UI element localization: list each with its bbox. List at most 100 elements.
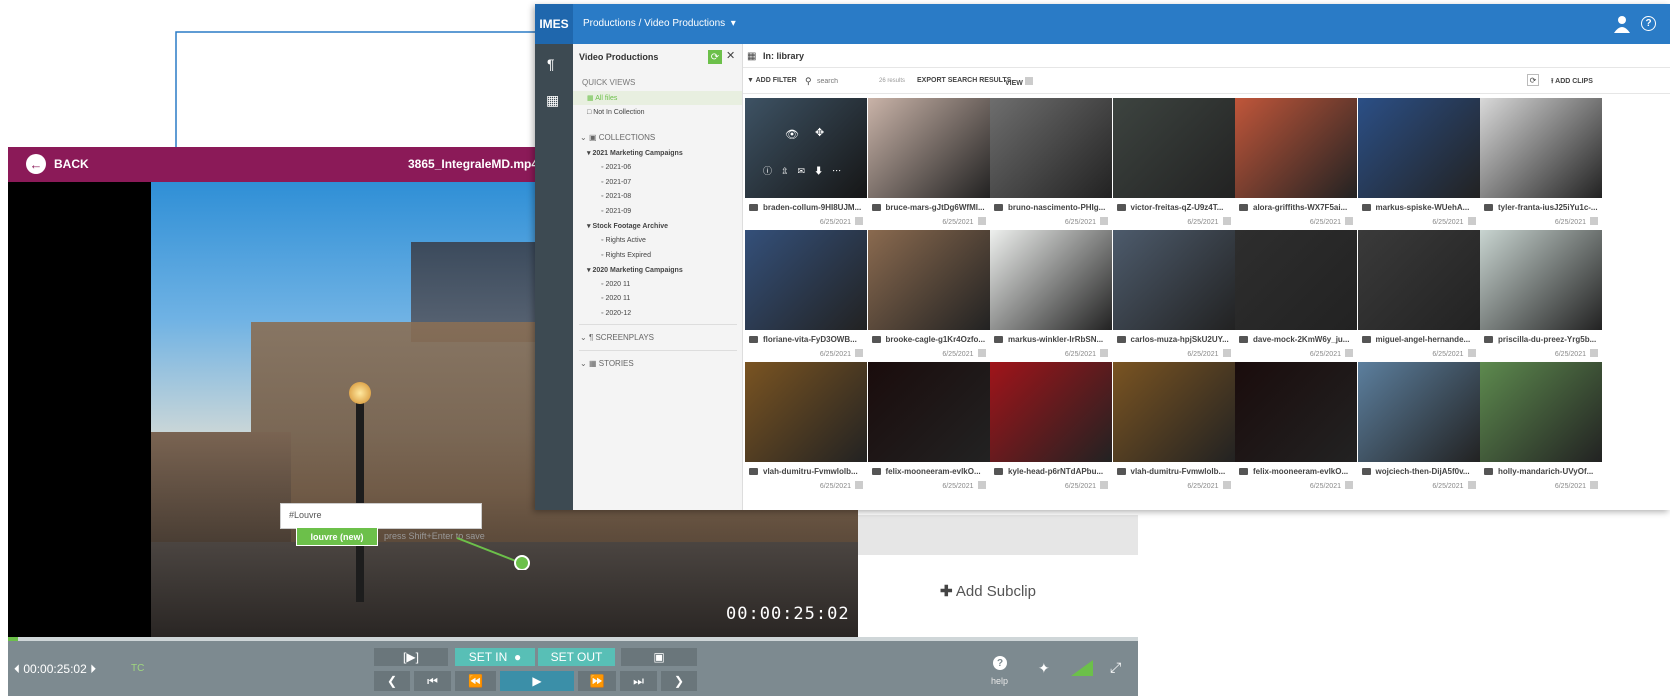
collection-item[interactable]: ◦ Rights Active — [601, 237, 646, 244]
asset-card[interactable]: markus-spiske-WUehA... 6/25/2021 — [1357, 98, 1480, 230]
asset-card[interactable]: dave-mock-2KmW6y_ju... 6/25/2021 — [1235, 230, 1357, 362]
tag-input[interactable]: #Louvre — [280, 503, 482, 529]
back-button[interactable]: ← BACK — [26, 151, 89, 177]
asset-card[interactable]: felix-mooneeram-evlkO... 6/25/2021 — [1235, 362, 1357, 494]
move-icon[interactable]: ✥ — [815, 126, 824, 139]
collection-group[interactable]: ▾ 2021 Marketing Campaigns — [587, 149, 683, 157]
asset-thumbnail[interactable] — [990, 362, 1112, 462]
asset-thumbnail[interactable] — [1112, 362, 1235, 462]
asset-select-checkbox[interactable] — [855, 349, 863, 357]
go-start-button[interactable]: ⏮ — [414, 671, 451, 691]
collection-item[interactable]: ◦ 2021-09 — [601, 208, 631, 215]
asset-thumbnail[interactable] — [990, 98, 1112, 198]
prev-frame-button[interactable]: ❮ — [374, 671, 410, 691]
close-icon[interactable]: ✕ — [726, 49, 735, 62]
asset-thumbnail[interactable] — [1357, 362, 1480, 462]
collection-item[interactable]: ◦ Rights Expired — [601, 252, 651, 259]
asset-select-checkbox[interactable] — [1345, 349, 1353, 357]
asset-card[interactable]: 👁 ✥ ⓘ⇫✉⬇⋯ braden-collum-9HI8UJM... 6/25/2021 — [745, 98, 867, 230]
timecode-mode-label[interactable]: TC — [131, 663, 144, 674]
asset-thumbnail[interactable] — [867, 98, 990, 198]
asset-card[interactable]: miguel-angel-hernande... 6/25/2021 — [1357, 230, 1480, 362]
asset-select-checkbox[interactable] — [1590, 349, 1598, 357]
asset-thumbnail[interactable] — [867, 362, 990, 462]
asset-thumbnail[interactable] — [1112, 230, 1235, 330]
asset-card[interactable]: holly-mandarich-UVyOf... 6/25/2021 — [1480, 362, 1602, 494]
volume-level-icon[interactable] — [1071, 660, 1093, 676]
asset-thumbnail[interactable] — [1480, 98, 1602, 198]
add-subclip-button[interactable]: ✚ Add Subclip — [940, 582, 1036, 600]
asset-thumbnail[interactable] — [1357, 98, 1480, 198]
user-icon[interactable] — [1614, 15, 1630, 33]
asset-thumbnail[interactable] — [1480, 230, 1602, 330]
collection-item[interactable]: ◦ 2020 11 — [601, 295, 630, 302]
help-icon[interactable]: ? — [993, 656, 1007, 670]
asset-card[interactable]: victor-freitas-qZ-U9z4T... 6/25/2021 — [1112, 98, 1235, 230]
asset-card[interactable]: priscilla-du-preez-Yrg5b... 6/25/2021 — [1480, 230, 1602, 362]
breadcrumb[interactable]: Productions / Video Productions ▾ — [583, 18, 736, 29]
tag-suggestion[interactable]: louvre (new) — [296, 527, 378, 546]
asset-thumbnail[interactable] — [1480, 362, 1602, 462]
fast-forward-button[interactable]: ⏩ — [578, 671, 616, 691]
next-frame-button[interactable]: ❯ — [661, 671, 697, 691]
asset-thumbnail[interactable] — [1357, 230, 1480, 330]
add-clips-button[interactable]: ⭱ ADD CLIPS — [1551, 77, 1593, 88]
asset-card[interactable]: felix-mooneeram-evlkO... 6/25/2021 — [867, 362, 990, 494]
asset-card[interactable]: floriane-vita-FyD3OWB... 6/25/2021 — [745, 230, 867, 362]
asset-card[interactable]: tyler-franta-iusJ25iYu1c-... 6/25/2021 — [1480, 98, 1602, 230]
asset-select-checkbox[interactable] — [1222, 349, 1231, 357]
asset-select-checkbox[interactable] — [1100, 481, 1108, 489]
play-button[interactable]: ▶ — [500, 671, 574, 691]
asset-select-checkbox[interactable] — [1222, 217, 1231, 225]
asset-select-checkbox[interactable] — [1100, 217, 1108, 225]
asset-thumbnail[interactable] — [745, 230, 867, 330]
pilcrow-icon[interactable]: ¶ — [547, 56, 555, 72]
reload-icon[interactable]: ⟳ — [1527, 74, 1539, 86]
grid-icon[interactable]: ▦ — [546, 92, 559, 109]
stories-header[interactable]: ⌄ ▦ STORIES — [580, 359, 634, 368]
quick-view-all-files[interactable]: ▦ All files — [587, 94, 617, 102]
set-out-button[interactable]: SET OUT — [538, 648, 615, 666]
asset-card[interactable]: vlah-dumitru-Fvmwlolb... 6/25/2021 — [745, 362, 867, 494]
asset-select-checkbox[interactable] — [977, 349, 986, 357]
card-action-icons[interactable]: ⓘ⇫✉⬇⋯ — [763, 164, 850, 177]
collection-group[interactable]: ▾ Stock Footage Archive — [587, 222, 668, 230]
asset-thumbnail[interactable] — [1235, 230, 1357, 330]
asset-select-checkbox[interactable] — [1345, 481, 1353, 489]
asset-card[interactable]: brooke-cagle-g1Kr4Ozfo... 6/25/2021 — [867, 230, 990, 362]
asset-card[interactable]: vlah-dumitru-Fvmwlolb... 6/25/2021 — [1112, 362, 1235, 494]
jump-end-icon[interactable]: ⏵ — [90, 662, 96, 676]
collection-item[interactable]: ◦ 2020 11 — [601, 281, 630, 288]
quick-view-not-in-collection[interactable]: □ Not In Collection — [587, 109, 645, 116]
asset-select-checkbox[interactable] — [1590, 217, 1598, 225]
asset-card[interactable]: carlos-muza-hpjSkU2UY... 6/25/2021 — [1112, 230, 1235, 362]
search-input[interactable] — [817, 74, 871, 88]
asset-thumbnail[interactable] — [745, 362, 867, 462]
move-icon[interactable]: ✦ — [1038, 660, 1050, 677]
asset-thumbnail[interactable] — [990, 230, 1112, 330]
collection-item[interactable]: ◦ 2020-12 — [601, 310, 631, 317]
export-results-button[interactable]: EXPORT SEARCH RESULTS — [917, 77, 1011, 84]
asset-thumbnail[interactable] — [1235, 98, 1357, 198]
jump-start-icon[interactable]: ⏴ — [14, 662, 20, 676]
asset-select-checkbox[interactable] — [977, 481, 986, 489]
fullscreen-icon[interactable]: ⤢ — [1110, 659, 1121, 676]
add-filter-button[interactable]: ▼ ADD FILTER — [747, 77, 797, 84]
asset-thumbnail[interactable] — [1112, 98, 1235, 198]
refresh-icon[interactable]: ⟳ — [708, 50, 722, 64]
grid-view-icon[interactable]: ▦ — [747, 51, 756, 62]
collections-header[interactable]: ⌄ ▣ COLLECTIONS — [580, 133, 655, 142]
asset-select-checkbox[interactable] — [1467, 349, 1476, 357]
asset-select-checkbox[interactable] — [1467, 217, 1476, 225]
play-selection-button[interactable]: [▶] — [374, 648, 448, 666]
asset-select-checkbox[interactable] — [855, 217, 863, 225]
asset-select-checkbox[interactable] — [977, 217, 986, 225]
asset-card[interactable]: bruno-nascimento-PHIg... 6/25/2021 — [990, 98, 1112, 230]
collection-item[interactable]: ◦ 2021-06 — [601, 164, 631, 171]
rewind-button[interactable]: ⏪ — [455, 671, 496, 691]
asset-card[interactable]: kyle-head-p6rNTdAPbu... 6/25/2021 — [990, 362, 1112, 494]
view-button[interactable]: VIEW — [1005, 77, 1033, 87]
asset-thumbnail[interactable]: 👁 ✥ ⓘ⇫✉⬇⋯ — [745, 98, 867, 198]
asset-card[interactable]: markus-winkler-IrRbSN... 6/25/2021 — [990, 230, 1112, 362]
asset-card[interactable]: alora-griffiths-WX7F5ai... 6/25/2021 — [1235, 98, 1357, 230]
